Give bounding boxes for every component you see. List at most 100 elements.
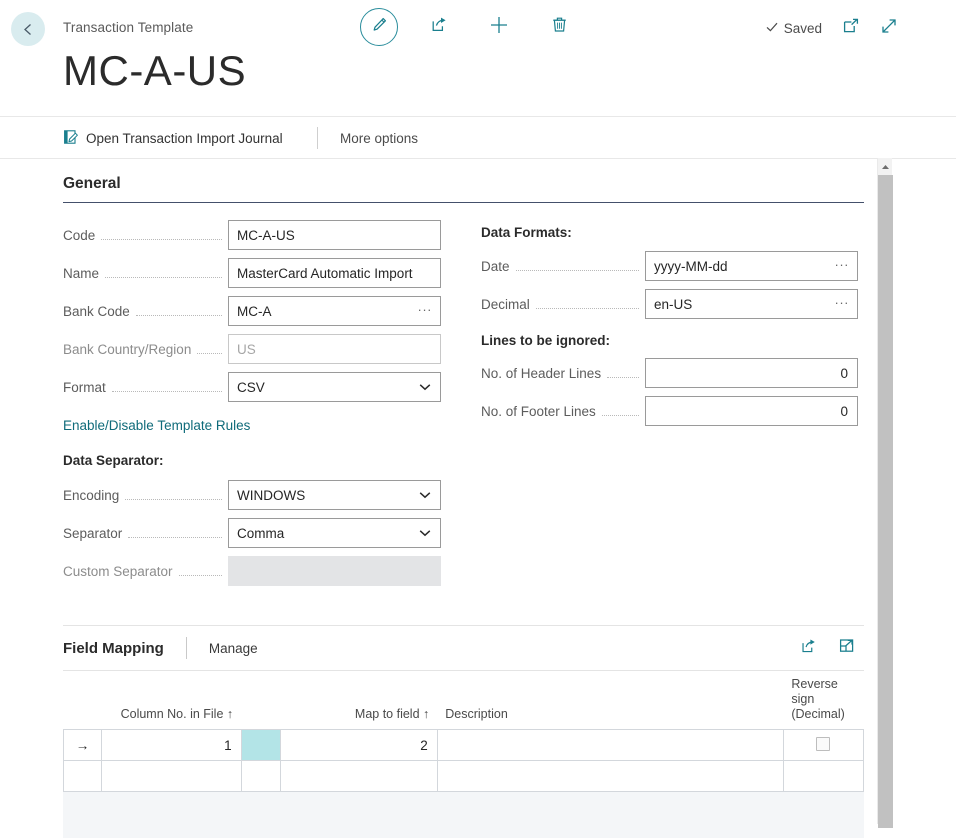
- scrollbar-thumb[interactable]: [878, 175, 893, 828]
- cell-description[interactable]: [437, 761, 783, 792]
- field-bank-code-input[interactable]: MC-A ···: [228, 296, 441, 326]
- field-format-value: CSV: [237, 380, 265, 395]
- reverse-sign-checkbox[interactable]: [816, 737, 830, 751]
- dot-leader: [536, 296, 639, 309]
- field-separator-value: Comma: [237, 526, 284, 541]
- column-header-map-to-field[interactable]: Map to field ↑: [280, 671, 437, 730]
- dot-leader: [179, 563, 222, 576]
- field-header-lines-input[interactable]: 0: [645, 358, 858, 388]
- cell-reverse-sign[interactable]: [783, 761, 863, 792]
- table-row[interactable]: → 1 2: [64, 730, 864, 761]
- field-encoding: Encoding WINDOWS: [63, 480, 441, 510]
- field-bank-code-value: MC-A: [237, 304, 272, 319]
- data-formats-heading: Data Formats:: [481, 225, 572, 240]
- dot-leader: [602, 403, 639, 416]
- vertical-scrollbar[interactable]: [877, 158, 892, 824]
- page-title: MC-A-US: [63, 50, 246, 92]
- cell-reverse-sign[interactable]: [783, 730, 863, 761]
- share-icon: [430, 15, 449, 39]
- field-format-select[interactable]: CSV: [228, 372, 441, 402]
- trash-icon: [550, 15, 569, 39]
- column-header-description[interactable]: Description: [437, 671, 783, 730]
- status-badge: Saved: [765, 20, 822, 37]
- field-date-format-input[interactable]: yyyy-MM-dd ···: [645, 251, 858, 281]
- field-name-label: Name: [63, 266, 99, 281]
- breadcrumb[interactable]: Transaction Template: [63, 20, 193, 35]
- field-bank-country-region-label: Bank Country/Region: [63, 342, 191, 357]
- cell-selected[interactable]: [241, 730, 280, 761]
- field-mapping-section: Field Mapping Manage: [63, 625, 864, 838]
- delete-button[interactable]: [540, 8, 578, 46]
- new-button[interactable]: [480, 8, 518, 46]
- cell-selected[interactable]: [241, 761, 280, 792]
- expand-diagonal-icon: [880, 17, 898, 40]
- open-in-new-window-button[interactable]: [842, 17, 860, 40]
- cell-column-no[interactable]: [101, 761, 241, 792]
- column-header-indicator: [64, 671, 102, 730]
- field-date-format-label: Date: [481, 259, 510, 274]
- share-icon[interactable]: [800, 637, 818, 660]
- column-header-column-no[interactable]: Column No. in File ↑: [101, 671, 241, 730]
- open-in-new-window-icon: [842, 17, 860, 40]
- cell-map-to-field[interactable]: [280, 761, 437, 792]
- check-icon: [765, 20, 779, 37]
- field-bank-code-label: Bank Code: [63, 304, 130, 319]
- expand-button[interactable]: [880, 17, 898, 40]
- dot-leader: [101, 227, 222, 240]
- field-encoding-select[interactable]: WINDOWS: [228, 480, 441, 510]
- field-custom-separator-label: Custom Separator: [63, 564, 173, 579]
- field-name-input[interactable]: MasterCard Automatic Import: [228, 258, 441, 288]
- field-code-input[interactable]: MC-A-US: [228, 220, 441, 250]
- open-in-full-icon[interactable]: [838, 637, 856, 660]
- lines-to-be-ignored-heading: Lines to be ignored:: [481, 333, 610, 348]
- chevron-down-icon[interactable]: [419, 529, 431, 537]
- section-rule: [63, 202, 864, 203]
- field-mapping-title[interactable]: Field Mapping: [63, 640, 164, 657]
- field-format-label: Format: [63, 380, 106, 395]
- field-mapping-toolbar: Field Mapping Manage: [63, 626, 864, 670]
- table-row[interactable]: [64, 761, 864, 792]
- lookup-ellipsis-icon[interactable]: ···: [835, 257, 850, 272]
- field-code-label: Code: [63, 228, 95, 243]
- journal-edit-icon: [63, 129, 79, 148]
- scroll-up-button[interactable]: [878, 158, 893, 175]
- action-bar-divider: [317, 127, 318, 149]
- back-button[interactable]: [11, 12, 45, 46]
- field-decimal-format-input[interactable]: en-US ···: [645, 289, 858, 319]
- general-section-header: General: [63, 175, 864, 203]
- data-separator-heading: Data Separator:: [63, 453, 164, 468]
- field-footer-lines: No. of Footer Lines 0: [481, 396, 858, 426]
- field-custom-separator: Custom Separator: [63, 556, 441, 586]
- cell-column-no[interactable]: 1: [101, 730, 241, 761]
- dot-leader: [105, 265, 222, 278]
- lookup-ellipsis-icon[interactable]: ···: [418, 302, 433, 317]
- field-mapping-manage-tab[interactable]: Manage: [209, 641, 258, 656]
- row-indicator: [64, 761, 102, 792]
- more-options-button[interactable]: More options: [340, 117, 418, 159]
- field-header-lines-label: No. of Header Lines: [481, 366, 601, 381]
- field-custom-separator-input: [228, 556, 441, 586]
- cell-map-to-field[interactable]: 2: [280, 730, 437, 761]
- lookup-ellipsis-icon[interactable]: ···: [835, 295, 850, 310]
- field-encoding-label: Encoding: [63, 488, 119, 503]
- edit-button[interactable]: [360, 8, 398, 46]
- column-header-reverse-sign[interactable]: Reverse sign (Decimal): [783, 671, 863, 730]
- top-toolbar: [360, 8, 578, 46]
- enable-disable-template-rules-link[interactable]: Enable/Disable Template Rules: [63, 418, 250, 433]
- field-footer-lines-input[interactable]: 0: [645, 396, 858, 426]
- field-bank-country-region: Bank Country/Region US: [63, 334, 441, 364]
- field-separator-select[interactable]: Comma: [228, 518, 441, 548]
- share-button[interactable]: [420, 8, 458, 46]
- chevron-down-icon[interactable]: [419, 383, 431, 391]
- field-date-format-value: yyyy-MM-dd: [654, 259, 728, 274]
- table-header-row: Column No. in File ↑ Map to field ↑ Desc…: [64, 671, 864, 730]
- chevron-down-icon[interactable]: [419, 491, 431, 499]
- field-name: Name MasterCard Automatic Import: [63, 258, 441, 288]
- open-transaction-import-journal-button[interactable]: Open Transaction Import Journal: [63, 117, 283, 159]
- row-indicator: →: [64, 730, 102, 761]
- field-separator: Separator Comma: [63, 518, 441, 548]
- field-bank-code: Bank Code MC-A ···: [63, 296, 441, 326]
- cell-description[interactable]: [437, 730, 783, 761]
- dot-leader: [516, 258, 639, 271]
- dot-leader: [112, 379, 222, 392]
